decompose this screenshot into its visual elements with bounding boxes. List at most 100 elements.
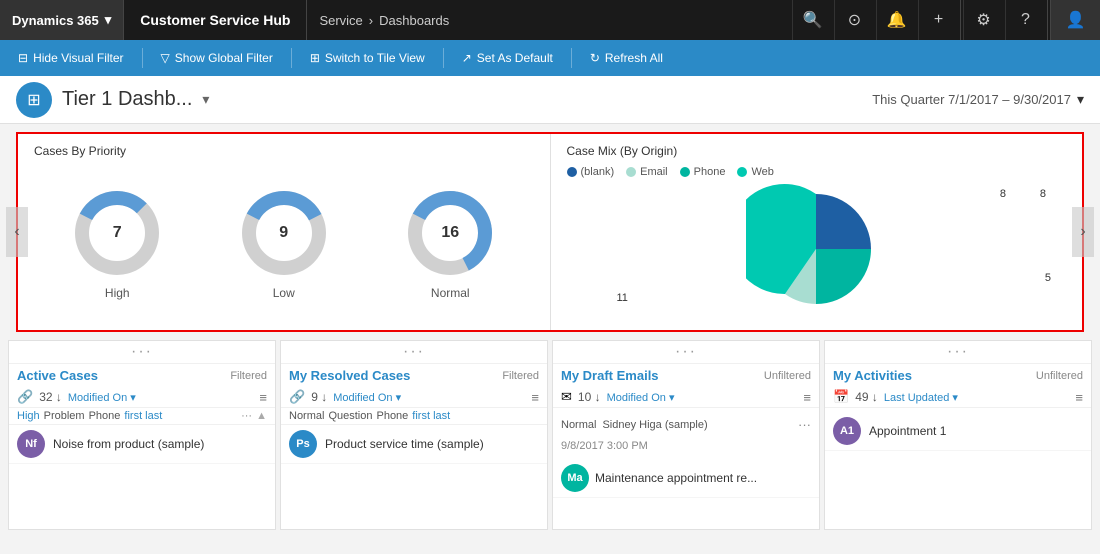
donut-high-label: High (105, 286, 130, 300)
breadcrumb-service[interactable]: Service (319, 13, 362, 28)
resolved-cases-view-toggle[interactable]: ≡ (531, 390, 539, 405)
email-date: 9/8/2017 3:00 PM (561, 440, 648, 452)
active-cases-header: Active Cases Filtered (9, 364, 275, 387)
target-icon[interactable]: ⊙ (834, 0, 874, 40)
set-as-default-label: Set As Default (477, 51, 553, 65)
dynamics365-menu[interactable]: Dynamics 365 ▾ (0, 0, 124, 40)
resolved-cases-count: 9 ↓ (311, 390, 327, 404)
activities-count: 49 ↓ (855, 390, 878, 404)
case-mix-title: Case Mix (By Origin) (567, 144, 1067, 158)
resolved-cases-sort[interactable]: Modified On ▾ (333, 391, 401, 404)
active-cases-filters: High Problem Phone first last ··· ▲ (9, 408, 275, 425)
legend-blank-dot (567, 167, 577, 177)
resolved-cases-subheader: 🔗 9 ↓ Modified On ▾ ≡ (281, 387, 547, 408)
active-cases-menu[interactable]: ··· (9, 341, 275, 364)
donut-normal: 16 Normal (405, 188, 495, 300)
donut-high-chart: 7 (72, 188, 162, 278)
active-cases-body: Nf Noise from product (sample) (9, 425, 275, 529)
filter-name2: first last (412, 410, 450, 422)
legend-blank: (blank) (567, 166, 615, 178)
resolved-cases-status: Filtered (502, 370, 539, 382)
table-row[interactable]: Ps Product service time (sample) (281, 425, 547, 464)
legend-web-dot (737, 167, 747, 177)
legend-web-label: Web (751, 166, 773, 178)
draft-emails-status: Unfiltered (764, 370, 811, 382)
help-icon[interactable]: ? (1005, 0, 1045, 40)
active-cases-view-toggle[interactable]: ≡ (259, 390, 267, 405)
show-global-filter-button[interactable]: ▽ Show Global Filter (151, 44, 283, 72)
active-cases-count: 32 ↓ (39, 390, 62, 404)
cards-row: ··· Active Cases Filtered 🔗 32 ↓ Modifie… (8, 340, 1092, 530)
filter-problem: Problem (44, 410, 85, 422)
search-icon[interactable]: 🔍 (792, 0, 832, 40)
filter-high[interactable]: High (17, 410, 40, 422)
table-row[interactable]: A1 Appointment 1 (825, 412, 1091, 451)
activities-body: A1 Appointment 1 (825, 412, 1091, 529)
next-chart-button[interactable]: › (1072, 207, 1094, 257)
draft-emails-count: 10 ↓ (578, 390, 601, 404)
draft-emails-card: ··· My Draft Emails Unfiltered ✉ 10 ↓ Mo… (552, 340, 820, 530)
dynamics365-dropdown-icon: ▾ (105, 12, 112, 28)
date-range-label: This Quarter 7/1/2017 – 9/30/2017 (872, 92, 1071, 107)
legend-email-label: Email (640, 166, 668, 178)
active-cases-title[interactable]: Active Cases (17, 368, 98, 383)
new-record-icon[interactable]: + (918, 0, 958, 40)
donut-charts-container: 7 High 9 (34, 166, 534, 321)
switch-view-button[interactable]: ⊞ Switch to Tile View (300, 44, 435, 72)
breadcrumb-separator: › (369, 13, 373, 28)
pie-legend: (blank) Email Phone Web (567, 166, 1067, 178)
email-subject-row: Ma Maintenance appointment re... (561, 464, 757, 492)
dashboard-dropdown-chevron[interactable]: ▾ (202, 91, 209, 108)
pie-label-8-top: 8 (1000, 188, 1006, 200)
draft-emails-header: My Draft Emails Unfiltered (553, 364, 819, 387)
hide-visual-filter-button[interactable]: ⊟ Hide Visual Filter (8, 44, 134, 72)
activities-sort[interactable]: Last Updated ▾ (884, 391, 958, 404)
table-row[interactable]: Normal Sidney Higa (sample) ··· 9/8/2017… (553, 412, 819, 498)
filter-normal: Normal (289, 410, 324, 422)
set-as-default-button[interactable]: ↗ Set As Default (452, 44, 563, 72)
active-cases-sort[interactable]: Modified On ▾ (68, 391, 136, 404)
table-row[interactable]: Nf Noise from product (sample) (9, 425, 275, 464)
dashboard-date-range: This Quarter 7/1/2017 – 9/30/2017 ▾ (872, 91, 1084, 108)
activities-view-toggle[interactable]: ≡ (1075, 390, 1083, 405)
refresh-all-button[interactable]: ↻ Refresh All (580, 44, 673, 72)
user-menu[interactable]: 👤 (1050, 0, 1100, 40)
filter-more[interactable]: ··· (241, 410, 252, 422)
resolved-cases-title[interactable]: My Resolved Cases (289, 368, 410, 383)
active-cases-status: Filtered (230, 370, 267, 382)
activities-title[interactable]: My Activities (833, 368, 912, 383)
resolved-cases-body: Ps Product service time (sample) (281, 425, 547, 529)
charts-section: ‹ Cases By Priority 7 (8, 132, 1092, 332)
dashboard-icon: ⊞ (16, 82, 52, 118)
breadcrumb-dashboards[interactable]: Dashboards (379, 13, 449, 28)
email-subject: Maintenance appointment re... (595, 471, 757, 485)
dashboard-icon-symbol: ⊞ (27, 90, 40, 110)
notifications-icon[interactable]: 🔔 (876, 0, 916, 40)
default-icon: ↗ (462, 51, 472, 65)
scrollbar-up[interactable]: ▲ (256, 410, 267, 422)
filter-icon: ⊟ (18, 51, 28, 65)
activities-card: ··· My Activities Unfiltered 📅 49 ↓ Last… (824, 340, 1092, 530)
pie-label-8-right: 8 (1040, 188, 1046, 200)
draft-emails-title[interactable]: My Draft Emails (561, 368, 659, 383)
activities-menu[interactable]: ··· (825, 341, 1091, 364)
avatar: Ma (561, 464, 589, 492)
email-priority: Normal (561, 419, 596, 431)
donut-low-label: Low (273, 286, 295, 300)
email-contact: Sidney Higa (sample) (602, 419, 707, 431)
email-more[interactable]: ··· (798, 417, 811, 432)
draft-emails-view-toggle[interactable]: ≡ (803, 390, 811, 405)
settings-icon[interactable]: ⚙ (963, 0, 1003, 40)
dynamics365-label: Dynamics 365 (12, 13, 99, 28)
legend-email-dot (626, 167, 636, 177)
resolved-cases-menu[interactable]: ··· (281, 341, 547, 364)
draft-emails-body: Normal Sidney Higa (sample) ··· 9/8/2017… (553, 412, 819, 529)
draft-emails-subheader: ✉ 10 ↓ Modified On ▾ ≡ (553, 387, 819, 408)
prev-chart-button[interactable]: ‹ (6, 207, 28, 257)
pie-chart-svg (746, 184, 886, 314)
date-range-chevron[interactable]: ▾ (1077, 91, 1084, 108)
donut-normal-label: Normal (431, 286, 470, 300)
draft-emails-sort[interactable]: Modified On ▾ (607, 391, 675, 404)
active-cases-card: ··· Active Cases Filtered 🔗 32 ↓ Modifie… (8, 340, 276, 530)
draft-emails-menu[interactable]: ··· (553, 341, 819, 364)
